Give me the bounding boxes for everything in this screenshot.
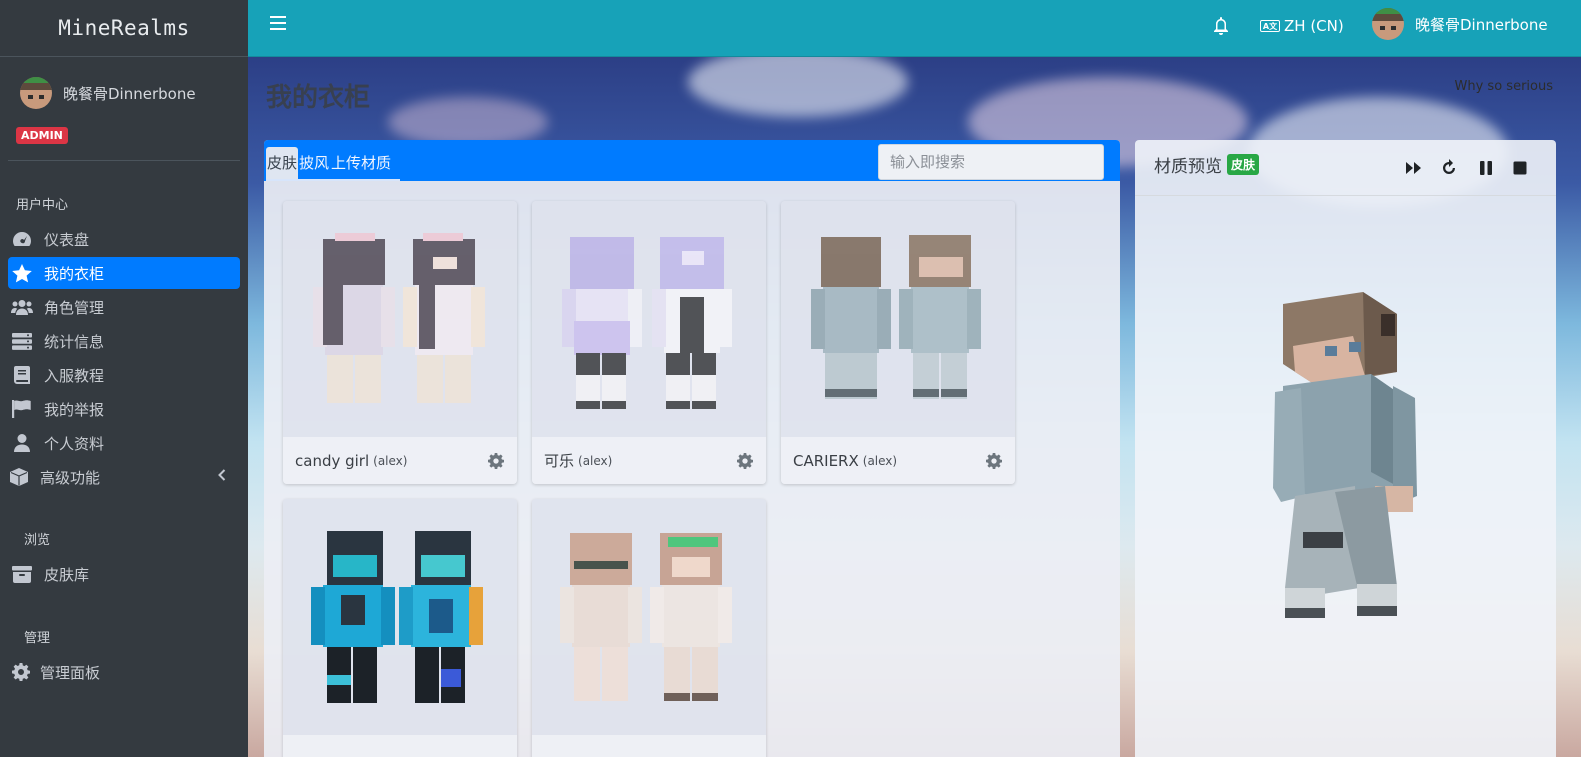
sidebar: MineRealms 晚餐骨Dinnerbone ADMIN 用户中心 仪表盘 … [0, 0, 248, 757]
sidebar-item-label: 仪表盘 [44, 230, 90, 249]
gear-icon[interactable] [986, 453, 1002, 469]
language-switcher[interactable]: A文 ZH (CN) [1260, 17, 1344, 35]
sidebar-item-label: 个人资料 [44, 434, 105, 453]
language-icon: A文 [1260, 20, 1280, 32]
pause-icon[interactable] [1477, 159, 1495, 177]
closet-item[interactable]: 可乐 (alex) [532, 201, 766, 484]
skin-thumbnail [562, 237, 732, 409]
avatar [20, 77, 52, 109]
preview-title-text: 材质预览 [1154, 157, 1222, 177]
tab-skin[interactable]: 皮肤 [266, 146, 299, 179]
closet-item[interactable]: CARIERX (alex) [781, 201, 1015, 484]
brand-name: MineRealms [58, 16, 190, 40]
admin-badge: ADMIN [16, 127, 68, 144]
closet-item-footer [283, 735, 517, 757]
sidebar-item-label: 我的衣柜 [44, 264, 105, 283]
gear-icon[interactable] [737, 453, 753, 469]
closet-item-name: candy girl [295, 451, 370, 470]
sidebar-item-label: 管理面板 [40, 663, 101, 682]
skin-thumbnail [311, 531, 483, 703]
top-navbar: A文 ZH (CN) 晚餐骨Dinnerbone [248, 0, 1581, 57]
skin-3d-viewer[interactable] [1135, 196, 1556, 757]
cube-icon [8, 468, 30, 486]
sidebar-item-advanced[interactable]: 高级功能 [8, 461, 240, 493]
closet-item-model: (alex) [862, 453, 898, 468]
closet-item-footer [532, 735, 766, 757]
tab-upload[interactable]: 上传材质 [330, 147, 392, 179]
skin-thumbnail [313, 233, 485, 403]
fast-forward-icon[interactable] [1405, 159, 1423, 177]
closet-item-model: (alex) [578, 453, 613, 468]
brand-logo[interactable]: MineRealms [0, 0, 248, 57]
preview-card: 材质预览 皮肤 [1135, 140, 1556, 757]
sidebar-item-tutorial[interactable]: 入服教程 [8, 359, 240, 391]
stop-icon[interactable] [1511, 159, 1529, 177]
sidebar-item-label: 皮肤库 [44, 565, 90, 584]
star-icon [11, 263, 33, 282]
closet-item-footer: candy girl (alex) [283, 437, 517, 484]
closet-card: 皮肤 披风 上传材质 输入即搜索 candy girl (alex) 可乐 (a… [264, 140, 1120, 757]
sidebar-item-profile[interactable]: 个人资料 [8, 427, 240, 459]
skin-thumbnail [811, 235, 981, 399]
archive-icon [11, 565, 33, 583]
bell-icon[interactable] [1213, 17, 1229, 35]
flag-icon [11, 400, 33, 418]
sidebar-user[interactable]: 晚餐骨Dinnerbone [20, 77, 196, 109]
header-quote: Why so serious [1454, 79, 1553, 94]
closet-item-footer: CARIERX (alex) [781, 437, 1015, 484]
dashboard-icon [11, 230, 33, 248]
gear-icon[interactable] [488, 453, 504, 469]
sidebar-user-name: 晚餐骨Dinnerbone [63, 84, 196, 103]
language-label: ZH (CN) [1284, 17, 1344, 35]
user-icon [11, 434, 33, 452]
preview-title: 材质预览 皮肤 [1154, 152, 1260, 177]
preview-card-header: 材质预览 皮肤 [1135, 140, 1556, 196]
topbar-user-menu[interactable]: 晚餐骨Dinnerbone [1372, 8, 1548, 40]
closet-card-header: 皮肤 披风 上传材质 [264, 140, 1120, 181]
nav-header-admin: 管理 [24, 630, 51, 646]
sidebar-item-closet[interactable]: 我的衣柜 [8, 257, 240, 289]
sidebar-item-label: 入服教程 [44, 366, 105, 385]
main-content: 我的衣柜 Why so serious 皮肤 披风 上传材质 输入即搜索 can… [248, 57, 1581, 757]
skin-type-badge: 皮肤 [1227, 154, 1260, 175]
sidebar-item-players[interactable]: 角色管理 [8, 291, 240, 323]
closet-item-footer: 可乐 (alex) [532, 437, 766, 484]
sidebar-item-label: 角色管理 [44, 298, 105, 317]
sidebar-item-label: 高级功能 [40, 468, 101, 487]
search-input[interactable] [878, 144, 1104, 180]
sidebar-item-stats[interactable]: 统计信息 [8, 325, 240, 357]
users-icon [11, 298, 33, 316]
sidebar-item-skinlib[interactable]: 皮肤库 [8, 558, 240, 590]
book-icon [11, 366, 33, 384]
avatar [1372, 8, 1404, 40]
sidebar-item-reports[interactable]: 我的举报 [8, 393, 240, 425]
closet-item-model: (alex) [373, 453, 408, 468]
sidebar-item-admin-panel[interactable]: 管理面板 [8, 656, 240, 688]
tab-cape[interactable]: 披风 [298, 147, 330, 179]
closet-item[interactable]: candy girl (alex) [283, 201, 517, 484]
sidebar-item-label: 统计信息 [44, 332, 105, 351]
menu-toggle-icon[interactable] [270, 16, 286, 30]
closet-item-name: 可乐 [544, 452, 575, 470]
closet-item[interactable] [283, 499, 517, 757]
topbar-user-name: 晚餐骨Dinnerbone [1415, 15, 1548, 34]
reset-icon[interactable] [1440, 159, 1458, 177]
sidebar-item-dashboard[interactable]: 仪表盘 [8, 223, 240, 255]
nav-header-browse: 浏览 [24, 532, 51, 548]
closet-item-name: CARIERX [793, 451, 859, 470]
page-title: 我的衣柜 [266, 83, 371, 113]
nav-header-user-center: 用户中心 [16, 197, 69, 213]
closet-item[interactable] [532, 499, 766, 757]
skin-thumbnail [560, 533, 732, 701]
chevron-left-icon [218, 469, 226, 485]
closet-tabs: 皮肤 披风 上传材质 [266, 144, 392, 181]
user-panel: 晚餐骨Dinnerbone ADMIN [8, 57, 240, 161]
sidebar-item-label: 我的举报 [44, 400, 105, 419]
gear-icon [10, 663, 32, 681]
server-icon [11, 332, 33, 350]
